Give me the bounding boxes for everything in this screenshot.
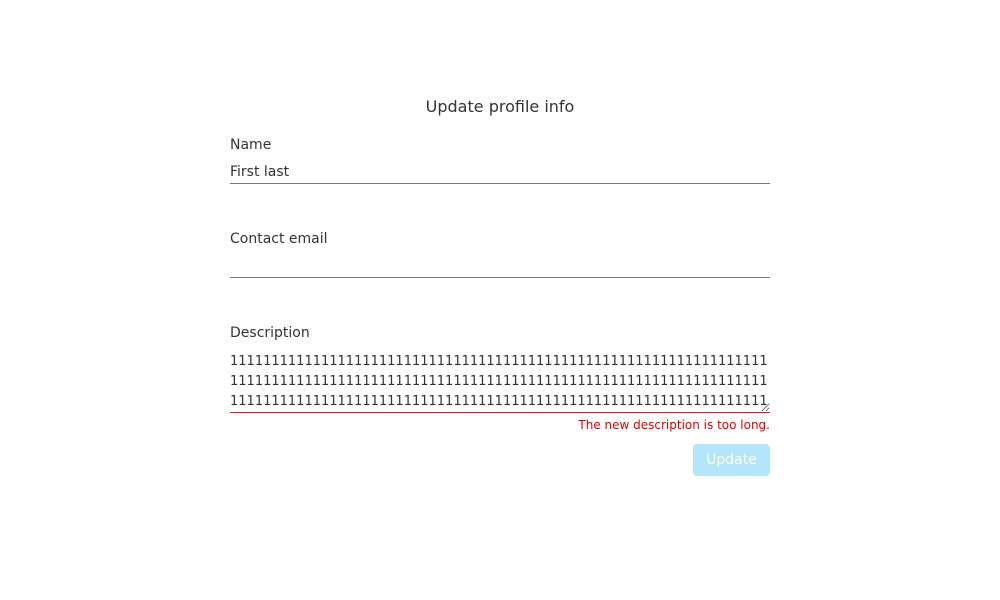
email-label: Contact email — [230, 231, 328, 247]
profile-form: Update profile info Name Contact email D… — [230, 96, 770, 476]
description-label: Description — [230, 325, 310, 341]
name-label: Name — [230, 137, 272, 153]
email-input[interactable] — [230, 254, 770, 278]
name-input[interactable] — [230, 160, 770, 184]
form-actions: Update — [230, 444, 770, 476]
form-title: Update profile info — [425, 97, 575, 116]
update-button[interactable]: Update — [693, 444, 770, 476]
description-textarea[interactable]: 1111111111111111111111111111111111111111… — [230, 352, 770, 413]
description-error-message: The new description is too long. — [578, 418, 770, 432]
